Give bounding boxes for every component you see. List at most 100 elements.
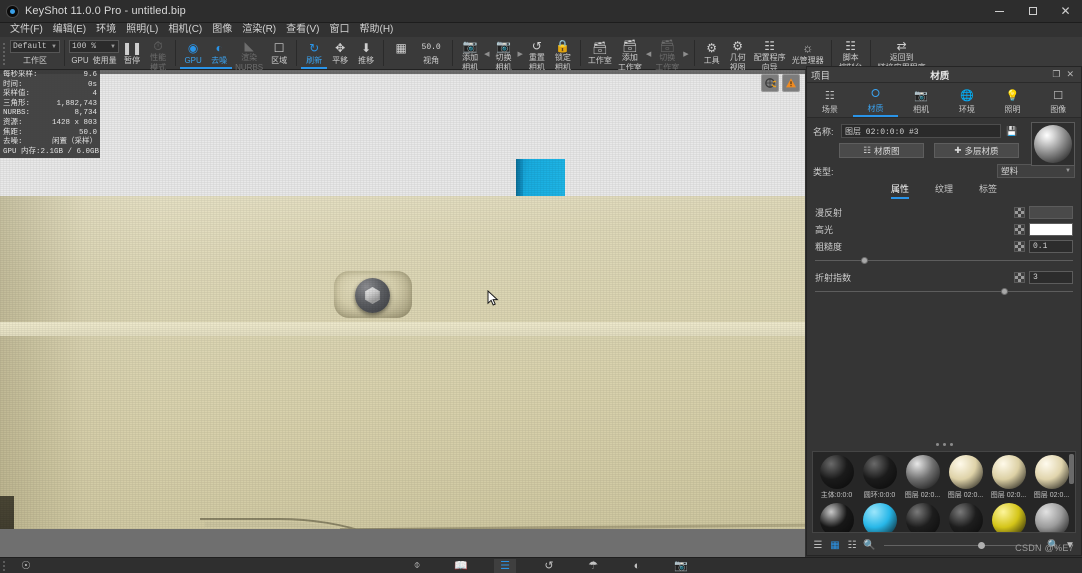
library-item[interactable]: 图层 02:0... (987, 455, 1030, 500)
multi-material-button[interactable]: ✚ 多层材质 (934, 143, 1019, 158)
reset-camera-button[interactable]: ↺ 重置 相机 (524, 38, 550, 72)
add-studio-button[interactable]: 🗃 添加 工作室 (615, 38, 645, 72)
performance-mode-button[interactable]: ⏱ 性能 模式 (145, 38, 171, 72)
library-icon[interactable]: 📖 (450, 559, 472, 573)
menu-render[interactable]: 渲染(R) (237, 23, 281, 37)
library-item[interactable] (815, 503, 858, 532)
animation-icon[interactable]: ↺ (538, 559, 560, 573)
dolly-button[interactable]: ⬇ 推移 (353, 38, 379, 69)
project-icon[interactable]: ☰ (494, 558, 516, 573)
bottom-grip[interactable] (3, 560, 5, 571)
pan-button[interactable]: ✥ 平移 (327, 38, 353, 69)
render-icon[interactable]: ◐ (626, 559, 648, 573)
menu-camera[interactable]: 相机(C) (163, 23, 207, 37)
fov-value[interactable]: 50.0 (414, 41, 449, 53)
workspace-selector[interactable]: Default ▼ 工作区 (10, 38, 60, 65)
next-camera-arrow[interactable]: ▶ (517, 50, 524, 58)
diffuse-color-swatch[interactable] (1029, 206, 1073, 219)
gpu-toggle-button[interactable]: ◉ GPU (180, 38, 207, 69)
close-icon[interactable]: ✕ (1063, 69, 1077, 80)
tab-image[interactable]: ☐ 图像 (1035, 83, 1081, 117)
tab-lighting[interactable]: 💡 照明 (990, 83, 1036, 117)
minimize-button[interactable] (983, 0, 1016, 23)
next-studio-arrow[interactable]: ▶ (682, 50, 689, 58)
return-to-app-button[interactable]: ⇄ 返回到 链接应用程序 (875, 38, 929, 72)
roughness-slider[interactable] (815, 256, 1073, 265)
slider-knob[interactable] (861, 257, 869, 264)
workspace-combo[interactable]: Default ▼ (10, 40, 60, 53)
prev-camera-arrow[interactable]: ◀ (483, 50, 490, 58)
specular-color-swatch[interactable] (1029, 223, 1073, 236)
undock-icon[interactable]: ❐ (1049, 69, 1063, 80)
ior-slider[interactable] (815, 287, 1073, 296)
studio-button[interactable]: 🗃 工作室 (585, 38, 615, 69)
material-graph-button[interactable]: ☷ 材质图 (839, 143, 924, 158)
library-drag-handle[interactable] (807, 439, 1081, 449)
render-nurbs-button[interactable]: ◣ 渲染 NURBS (232, 38, 266, 72)
library-item[interactable]: 主体:0:0:0 (815, 455, 858, 500)
refresh-button[interactable]: ↻ 刷新 (301, 38, 328, 69)
library-item[interactable]: 圆环:0:0:0 (858, 455, 901, 500)
region-button[interactable]: ☐ 区域 (266, 38, 292, 69)
material-library[interactable]: 主体:0:0:0 圆环:0:0:0 图层 02:0... 图层 02:0... 图层 0… (812, 451, 1076, 533)
library-item[interactable] (901, 503, 944, 532)
menu-environment[interactable]: 环境 (91, 23, 121, 37)
subtab-properties[interactable]: 属性 (890, 182, 909, 199)
import-icon[interactable]: ⌽ (406, 559, 428, 573)
library-item[interactable] (944, 503, 987, 532)
subtab-labels[interactable]: 标签 (979, 182, 997, 199)
script-console-button[interactable]: ☷ 脚本 控制台 (836, 38, 866, 72)
lock-camera-button[interactable]: 🔒 锁定 相机 (550, 38, 576, 72)
warning-icon[interactable] (782, 74, 800, 92)
texture-chip-icon[interactable] (1014, 207, 1025, 218)
library-item[interactable] (987, 503, 1030, 532)
grid-view-icon[interactable]: ▦ (829, 540, 841, 551)
close-button[interactable]: ✕ (1049, 0, 1082, 23)
save-icon[interactable]: 💾 (1005, 124, 1019, 138)
gpu-status-icon[interactable] (761, 74, 779, 92)
switch-camera-button[interactable]: 📷 切换 相机 (491, 38, 517, 72)
library-item[interactable]: 图层 02:0... (901, 455, 944, 500)
library-scrollbar[interactable] (1069, 454, 1074, 484)
list-view-icon[interactable]: ☰ (812, 540, 824, 551)
texture-chip-icon[interactable] (1014, 241, 1025, 252)
menu-view[interactable]: 查看(V) (281, 23, 324, 37)
slider-knob[interactable] (1000, 288, 1008, 295)
menu-window[interactable]: 窗口 (324, 23, 354, 37)
gpu-usage-selector[interactable]: 100 % ▼ GPU 使用量 (69, 38, 119, 65)
gpu-usage-combo[interactable]: 100 % ▼ (69, 40, 119, 53)
roughness-value[interactable]: 0.1 (1029, 240, 1073, 253)
denoise-button[interactable]: ◐ 去噪 (206, 38, 233, 69)
configurator-wizard-button[interactable]: ☷ 配置程序 向导 (751, 38, 789, 72)
tab-scene[interactable]: ☷ 场景 (807, 83, 853, 117)
tools-button[interactable]: ⚙ 工具 (699, 38, 725, 69)
search-icon[interactable]: 🔍 (863, 540, 875, 551)
texture-chip-icon[interactable] (1014, 224, 1025, 235)
material-type-select[interactable]: 塑料 ▼ (997, 164, 1075, 178)
screenshot-icon[interactable]: 📷 (670, 559, 692, 573)
material-name-input[interactable]: 图层 02:0:0:0 #3 (841, 124, 1001, 138)
render-viewport[interactable]: 每秒采样: 9.6 时间: 0s 采样值: 4 三角形: 1,882,743 N… (0, 70, 805, 557)
menu-file[interactable]: 文件(F) (5, 23, 48, 37)
texture-chip-icon[interactable] (1014, 272, 1025, 283)
switch-studio-button[interactable]: 🗃 切换 工作室 (652, 38, 682, 72)
tab-environment[interactable]: 🌐 环境 (944, 83, 990, 117)
fov-control[interactable]: 50.0 视角 (414, 38, 449, 65)
pause-button[interactable]: ❚❚ 暂停 (119, 38, 145, 69)
slider-knob[interactable] (977, 542, 985, 549)
fov-grid-button[interactable]: ▦ (388, 38, 414, 69)
ior-value[interactable]: 3 (1029, 271, 1073, 284)
tree-view-icon[interactable]: ☷ (846, 540, 858, 551)
subtab-textures[interactable]: 纹理 (935, 182, 953, 199)
library-item[interactable]: 图层 02:0... (1030, 455, 1073, 500)
tab-camera[interactable]: 📷 相机 (898, 83, 944, 117)
keyshotxr-icon[interactable]: ☂ (582, 559, 604, 573)
material-preview[interactable] (1031, 122, 1075, 166)
maximize-button[interactable] (1016, 0, 1049, 23)
add-camera-button[interactable]: 📷 添加 相机 (457, 38, 483, 72)
tab-material[interactable]: ⭘ 材质 (852, 83, 899, 117)
link-icon[interactable]: ☉ (21, 559, 31, 572)
menu-image[interactable]: 图像 (207, 23, 237, 37)
toolbar-grip[interactable] (0, 37, 7, 69)
menu-help[interactable]: 帮助(H) (354, 23, 398, 37)
